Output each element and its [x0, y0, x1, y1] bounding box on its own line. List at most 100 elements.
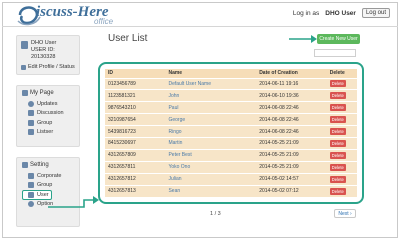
user-table-panel: ID Name Date of Creation Delete 01234567…: [98, 62, 364, 204]
row-date: 2014-06-08 22:46: [256, 125, 327, 138]
pencil-icon: [21, 64, 26, 70]
row-name-link[interactable]: Martin: [165, 136, 257, 150]
row-delete-cell: Delete: [326, 89, 357, 102]
row-delete-cell: Delete: [326, 184, 357, 197]
delete-button[interactable]: Delete: [329, 175, 346, 183]
sidebar-user-name: DHO User: [31, 40, 57, 46]
table-row: 3210987654 George 2014-06-08 22:46 Delete: [105, 113, 357, 126]
row-name-link[interactable]: Sean: [165, 184, 257, 197]
settings-icon: [22, 162, 28, 168]
row-id: 1123581321: [105, 89, 166, 102]
row-date: 2014-05-25 21:09: [256, 160, 327, 174]
callout-arrow-create-icon: [289, 35, 317, 43]
sidebar-item-label: Group: [37, 119, 53, 126]
column-header-id[interactable]: ID: [105, 69, 166, 78]
sidebar-item-setting-group[interactable]: Group: [22, 181, 74, 191]
row-id: 4312657812: [105, 172, 166, 186]
row-id: 9876543210: [105, 101, 166, 114]
row-date: 2014-06-11 19:16: [256, 77, 327, 90]
column-header-name[interactable]: Name: [165, 69, 257, 78]
row-delete-cell: Delete: [326, 113, 357, 126]
row-id: 4312657809: [105, 148, 166, 162]
delete-button[interactable]: Delete: [329, 92, 346, 100]
row-id: 3210987654: [105, 113, 166, 126]
logout-button[interactable]: Log out: [361, 8, 390, 18]
table-row: 0123456789 Default User Name 2014-06-11 19…: [105, 77, 357, 90]
setting-title[interactable]: Setting: [22, 162, 74, 168]
row-delete-cell: Delete: [326, 148, 357, 162]
row-date: 2014-06-10 19:36: [256, 89, 327, 102]
row-date: 2014-06-08 22:46: [256, 101, 327, 114]
sidebar-item-label: Corporate: [37, 172, 62, 179]
group-icon: [28, 182, 34, 189]
row-date: 2014-05-02 14:57: [256, 172, 327, 186]
table-row: 5439816723 Ringo 2014-06-08 22:46 Delete: [105, 125, 357, 138]
create-new-user-button[interactable]: Create New User: [317, 34, 360, 44]
row-id: 8415230697: [105, 136, 166, 150]
delete-button[interactable]: Delete: [329, 187, 346, 195]
sidebar-item-group[interactable]: Group: [22, 118, 74, 128]
delete-button[interactable]: Delete: [329, 151, 346, 159]
table-row: 4312657812 Julian 2014-05-02 14:57 Delete: [105, 172, 357, 186]
sidebar-item-discussion[interactable]: Discussion: [22, 109, 74, 119]
user-icon: [28, 191, 34, 198]
delete-button[interactable]: Delete: [329, 128, 346, 135]
row-name-link[interactable]: George: [165, 113, 257, 126]
group-icon: [28, 119, 34, 126]
logo-subtext: office: [94, 17, 114, 26]
table-row: 4312657813 Sean 2014-05-02 07:12 Delete: [105, 184, 357, 197]
row-name-link[interactable]: Ringo: [165, 125, 257, 138]
updates-icon: [28, 100, 34, 107]
edit-profile-link[interactable]: Edit Profile / Status: [21, 64, 75, 70]
sidebar-item-listser[interactable]: Listser: [22, 128, 74, 138]
corporate-icon: [28, 172, 34, 179]
row-name-link[interactable]: Peter Best: [165, 148, 257, 162]
table-row: 8415230697 Martin 2014-05-25 21:09 Delete: [105, 136, 357, 150]
row-date: 2014-05-25 21:09: [256, 148, 327, 162]
pagination-indicator: 1 / 3: [210, 211, 221, 217]
row-id: 5439816723: [105, 125, 166, 138]
mypage-title[interactable]: My Page: [22, 90, 74, 96]
user-table: ID Name Date of Creation Delete 01234567…: [105, 69, 357, 197]
sidebar-user-id: USER ID: 20130328: [31, 47, 56, 60]
row-name-link[interactable]: Paul: [165, 101, 257, 114]
row-date: 2014-06-08 22:46: [256, 113, 327, 126]
delete-button[interactable]: Delete: [329, 104, 346, 112]
table-row: 9876543210 Paul 2014-06-08 22:46 Delete: [105, 101, 357, 114]
row-delete-cell: Delete: [326, 160, 357, 174]
row-id: 4312657811: [105, 160, 166, 174]
delete-button[interactable]: Delete: [329, 139, 346, 147]
next-page-button[interactable]: Next ›: [334, 209, 356, 218]
sidebar-item-label: Updates: [37, 100, 58, 107]
option-icon: [28, 201, 34, 208]
sidebar-user-card: DHO User USER ID: 20130328 Edit Profile …: [16, 35, 80, 75]
header-divider: [2, 26, 398, 27]
row-delete-cell: Delete: [326, 77, 357, 90]
row-name-link[interactable]: Default User Name: [165, 77, 257, 90]
setting-title-label: Setting: [30, 162, 49, 168]
row-name-link[interactable]: John: [165, 89, 257, 102]
sidebar-item-label: Group: [37, 182, 53, 189]
row-delete-cell: Delete: [326, 136, 357, 150]
row-name-link[interactable]: Julian: [165, 172, 257, 186]
row-id: 0123456789: [105, 77, 166, 90]
table-row: 4312657811 Yoko Ono 2014-05-25 21:09 Delete: [105, 160, 357, 174]
row-name-link[interactable]: Yoko Ono: [165, 160, 257, 174]
header-user-area: Log in as DHO User Log out: [293, 8, 390, 18]
delete-button[interactable]: Delete: [329, 80, 346, 88]
row-date: 2014-05-25 21:09: [256, 136, 327, 150]
search-input[interactable]: [314, 49, 356, 57]
sidebar-mypage-section: My Page Updates Discussion Group Listser: [16, 85, 80, 147]
sidebar-item-corporate[interactable]: Corporate: [22, 171, 74, 181]
mypage-title-label: My Page: [30, 90, 54, 96]
delete-button[interactable]: Delete: [329, 116, 346, 124]
user-icon: [21, 41, 28, 49]
sidebar-item-label: Discussion: [37, 110, 64, 117]
sidebar-item-updates[interactable]: Updates: [22, 99, 74, 109]
delete-button[interactable]: Delete: [329, 163, 346, 171]
table-row: 1123581321 John 2014-06-10 19:36 Delete: [105, 89, 357, 102]
home-icon: [22, 90, 28, 96]
column-header-date[interactable]: Date of Creation: [256, 69, 327, 78]
row-delete-cell: Delete: [326, 125, 357, 138]
logo[interactable]: iscuss-Here office: [16, 3, 126, 27]
